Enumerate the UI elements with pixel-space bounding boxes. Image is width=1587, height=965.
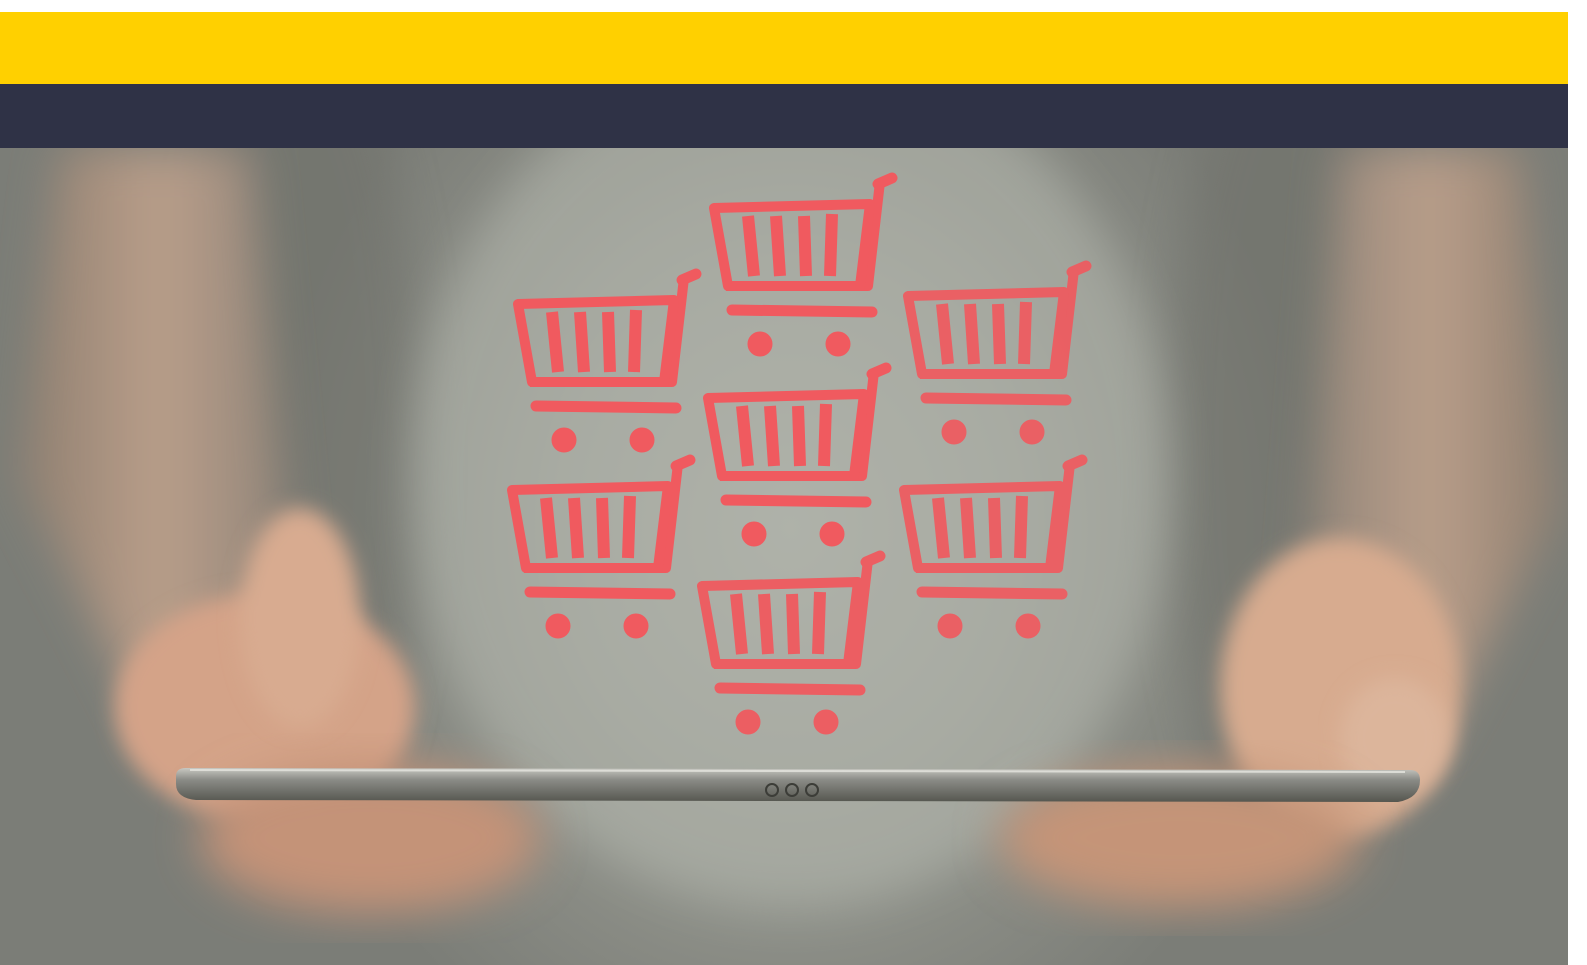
hero-photo [0,148,1568,965]
header-dark-band [0,84,1568,148]
hero-illustration [20,148,1560,913]
page [0,0,1587,965]
header-accent-band [0,12,1568,84]
page-edge [1568,0,1587,965]
